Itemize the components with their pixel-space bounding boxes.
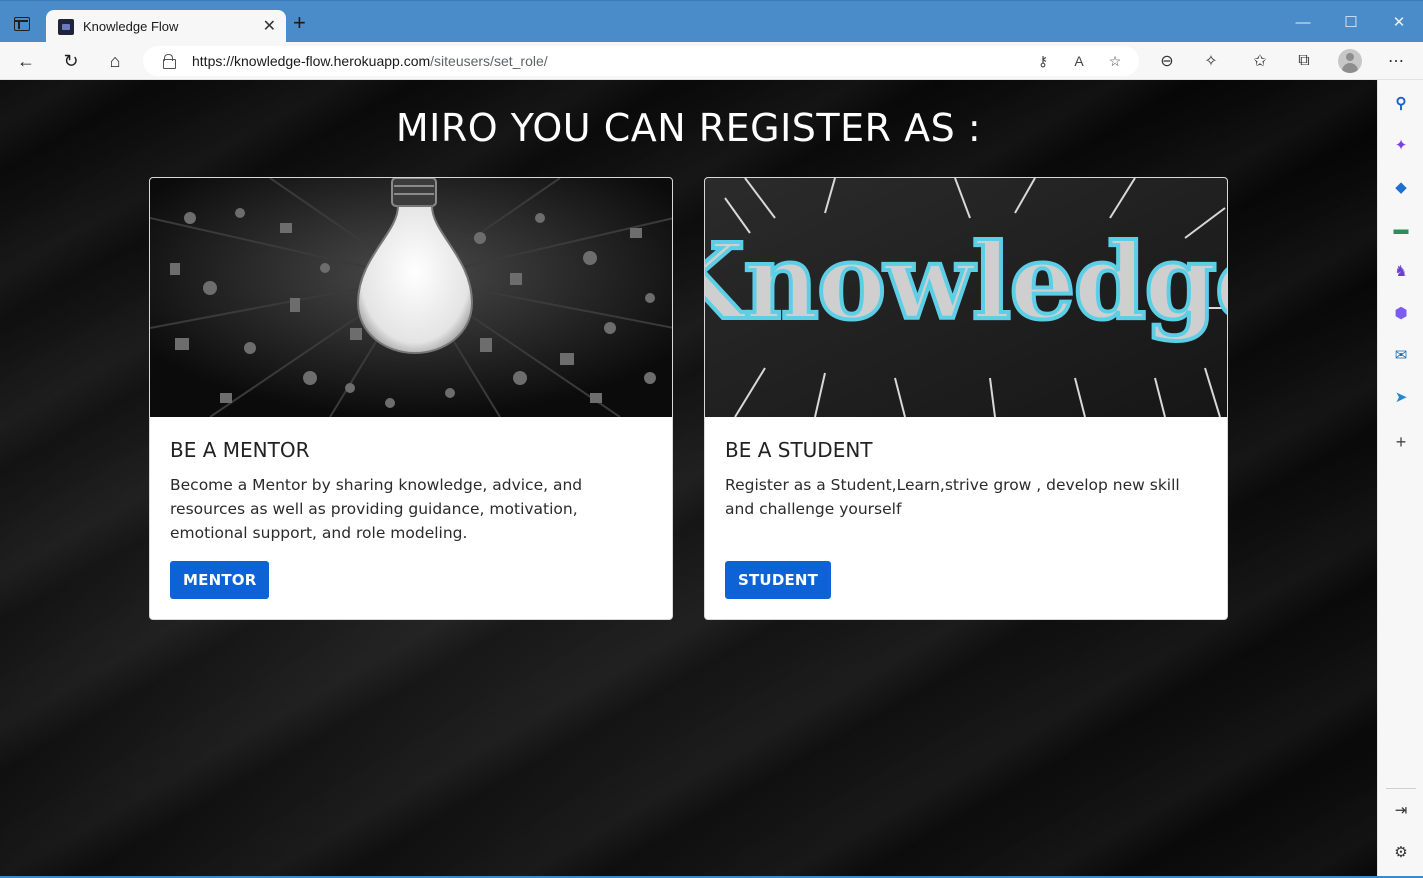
page-viewport: MIRO YOU CAN REGISTER AS : BE A MENTOR B… bbox=[0, 80, 1377, 876]
read-aloud-icon[interactable]: A bbox=[1069, 51, 1089, 71]
home-icon[interactable]: ⌂ bbox=[104, 50, 126, 72]
window-controls: — ☐ ✕ bbox=[1279, 1, 1423, 43]
favorites-icon[interactable]: ✩ bbox=[1249, 50, 1271, 72]
address-bar[interactable]: https://knowledge-flow.herokuapp.com/sit… bbox=[143, 46, 1139, 76]
mentor-card-title: BE A MENTOR bbox=[170, 438, 310, 462]
new-tab-icon[interactable]: + bbox=[293, 12, 306, 34]
shopping-tag-icon[interactable]: ◆ bbox=[1391, 177, 1411, 197]
mentor-card-text: Become a Mentor by sharing knowledge, ad… bbox=[170, 476, 583, 542]
page-title: MIRO YOU CAN REGISTER AS : bbox=[395, 106, 982, 150]
back-icon[interactable]: ← bbox=[15, 50, 37, 72]
settings-icon[interactable]: ⚙ bbox=[1391, 842, 1411, 862]
search-icon[interactable]: ⚲ bbox=[1391, 93, 1411, 113]
profile-avatar[interactable] bbox=[1338, 49, 1362, 73]
send-icon[interactable]: ➤ bbox=[1391, 387, 1411, 407]
games-icon[interactable]: ♞ bbox=[1391, 261, 1411, 281]
refresh-icon[interactable]: ↻ bbox=[60, 50, 82, 72]
student-button[interactable]: STUDENT bbox=[725, 561, 832, 599]
url-path: /siteusers/set_role/ bbox=[430, 53, 548, 69]
student-card: Knowledge BE A STUDENT Register as a Stu… bbox=[704, 177, 1228, 620]
tools-icon[interactable]: ▬ bbox=[1391, 219, 1411, 239]
mentor-card: BE A MENTOR Become a Mentor by sharing k… bbox=[149, 177, 673, 620]
outlook-icon[interactable]: ✉ bbox=[1391, 345, 1411, 365]
favorite-add-icon[interactable]: ☆ bbox=[1105, 51, 1125, 71]
url-host: https://knowledge-flow.herokuapp.com bbox=[192, 53, 431, 69]
mentor-button[interactable]: MENTOR bbox=[170, 561, 270, 599]
browser-navbar: ← ↻ ⌂ https://knowledge-flow.herokuapp.c… bbox=[0, 42, 1423, 80]
close-window-icon[interactable]: ✕ bbox=[1375, 1, 1423, 43]
browser-tab[interactable]: Knowledge Flow ✕ bbox=[46, 10, 286, 43]
sidebar-divider bbox=[1386, 788, 1416, 789]
tab-close-icon[interactable]: ✕ bbox=[263, 16, 276, 36]
knowledge-chalk-word: Knowledge bbox=[705, 220, 1227, 343]
student-card-text: Register as a Student,Learn,strive grow … bbox=[725, 476, 1180, 518]
m365-icon[interactable]: ⬢ bbox=[1391, 303, 1411, 323]
knowledge-image: Knowledge bbox=[705, 178, 1227, 417]
extensions-icon[interactable]: ✧ bbox=[1200, 50, 1222, 72]
lightbulb-image bbox=[150, 178, 672, 417]
sidebar-toggle-icon[interactable]: ⇥ bbox=[1391, 800, 1411, 820]
link-icon[interactable]: ⊖ bbox=[1156, 50, 1178, 72]
url-text[interactable]: https://knowledge-flow.herokuapp.com/sit… bbox=[192, 53, 548, 69]
tab-title: Knowledge Flow bbox=[83, 19, 179, 34]
favicon-icon bbox=[58, 19, 74, 35]
student-card-title: BE A STUDENT bbox=[725, 438, 873, 462]
more-options-icon[interactable]: ⋯ bbox=[1385, 50, 1407, 72]
minimize-icon[interactable]: — bbox=[1279, 1, 1327, 43]
copilot-icon[interactable]: ✦ bbox=[1391, 135, 1411, 155]
edge-sidebar: ⚲ ✦ ◆ ▬ ♞ ⬢ ✉ ➤ + ⇥ ⚙ bbox=[1377, 80, 1423, 876]
add-icon[interactable]: + bbox=[1391, 432, 1411, 452]
key-icon[interactable]: ⚷ bbox=[1033, 51, 1053, 71]
collections-icon[interactable]: ⧉ bbox=[1293, 50, 1315, 72]
maximize-icon[interactable]: ☐ bbox=[1327, 1, 1375, 43]
lock-icon[interactable] bbox=[163, 54, 176, 69]
browser-titlebar: Knowledge Flow ✕ + — ☐ ✕ bbox=[0, 0, 1423, 43]
tab-actions-icon[interactable] bbox=[14, 17, 30, 31]
